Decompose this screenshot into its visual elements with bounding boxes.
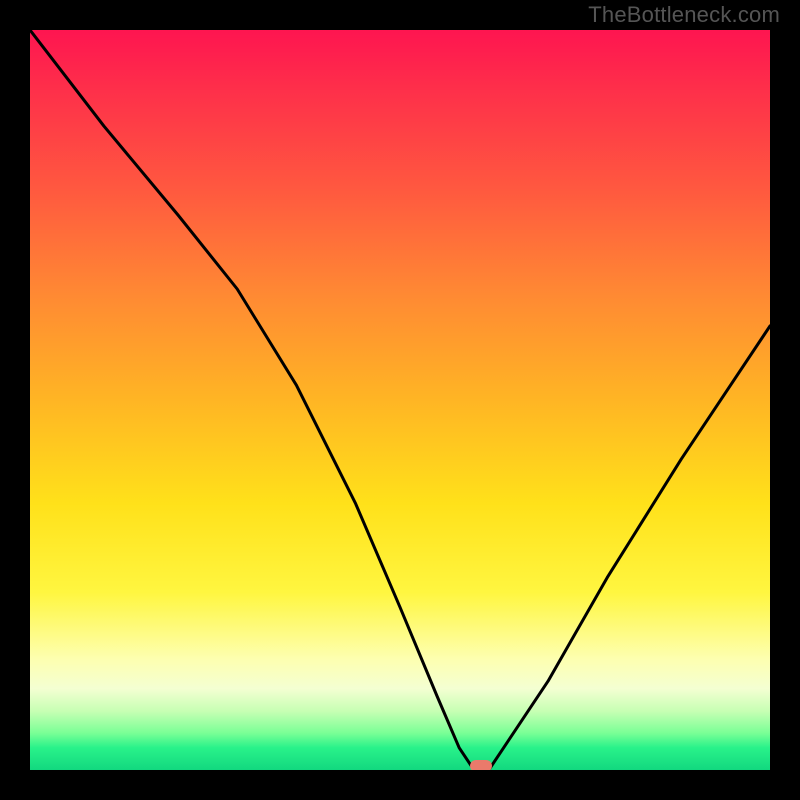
watermark-text: TheBottleneck.com <box>588 2 780 28</box>
optimal-marker <box>470 760 492 770</box>
chart-frame: TheBottleneck.com <box>0 0 800 800</box>
plot-area <box>30 30 770 770</box>
curve-path <box>30 30 770 770</box>
bottleneck-curve <box>30 30 770 770</box>
